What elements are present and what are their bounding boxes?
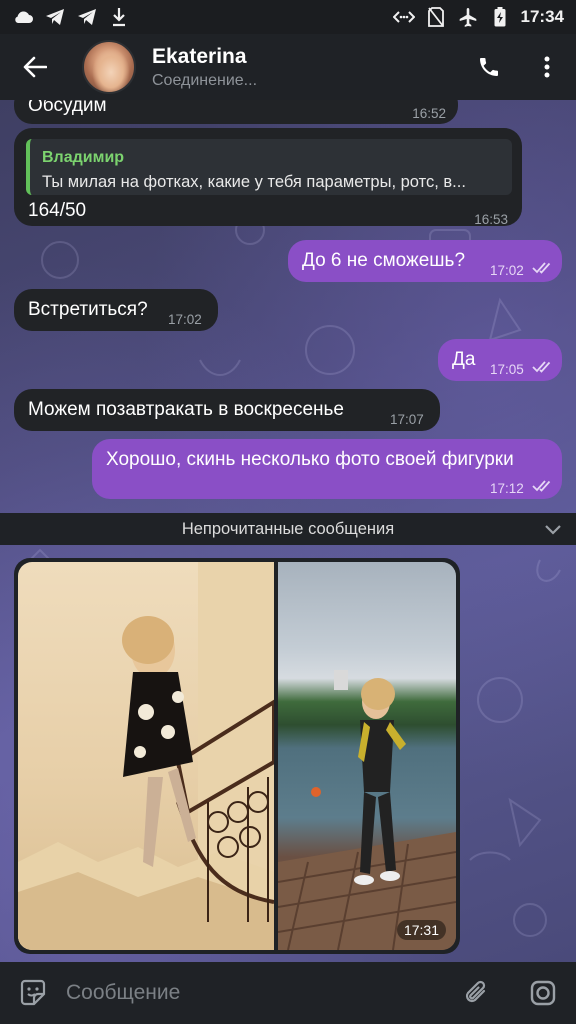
message-bubble[interactable]: До 6 не сможешь? 17:02	[288, 240, 562, 282]
call-button[interactable]	[460, 34, 518, 100]
contact-status: Соединение...	[152, 71, 258, 89]
message-bubble[interactable]: Встретиться? 17:02	[14, 289, 218, 331]
message-text: Встретиться?	[28, 299, 148, 320]
more-vertical-icon	[544, 56, 550, 78]
message-bubble[interactable]: Да 17:05	[438, 339, 562, 381]
chat-header: Ekaterina Соединение...	[0, 34, 576, 100]
no-sim-icon	[425, 6, 447, 28]
back-button[interactable]	[0, 34, 70, 100]
message-text: До 6 не сможешь?	[302, 250, 466, 271]
chat-area[interactable]: Обсудим 16:52 Владимир Ты милая на фотка…	[0, 100, 576, 962]
message-time: 16:52	[412, 106, 446, 121]
message-time: 17:02	[490, 263, 524, 278]
message-text: Да	[452, 349, 476, 370]
arrow-left-icon	[23, 56, 47, 78]
unread-label: Непрочитанные сообщения	[181, 519, 395, 538]
message-time: 17:12	[490, 481, 524, 496]
message-input-bar	[0, 962, 576, 1024]
camera-button[interactable]	[510, 962, 576, 1024]
telegram-icon	[76, 6, 98, 28]
battery-charging-icon	[489, 6, 511, 28]
cloud-icon	[12, 6, 34, 28]
photo-album[interactable]: 17:31	[14, 558, 460, 954]
message-time: 17:02	[168, 312, 202, 327]
message-bubble[interactable]: Обсудим 16:52	[14, 100, 458, 124]
airplane-icon	[457, 6, 479, 28]
message-text: Хорошо, скинь несколько фото своей фигур…	[106, 449, 514, 470]
contact-name: Ekaterina	[152, 44, 247, 68]
header-titles[interactable]: Ekaterina Соединение...	[152, 45, 257, 90]
album-time: 17:31	[396, 920, 446, 940]
message-time: 17:05	[490, 362, 524, 377]
reply-quote[interactable]: Владимир Ты милая на фотках, какие у теб…	[26, 139, 512, 195]
message-text: Обсудим	[28, 100, 107, 116]
sticker-button[interactable]	[0, 962, 66, 1024]
message-input[interactable]	[66, 973, 444, 1013]
double-check-icon	[532, 262, 551, 274]
photo-woman-on-staircase[interactable]	[18, 562, 274, 950]
camera-icon	[530, 980, 556, 1006]
message-bubble[interactable]: Хорошо, скинь несколько фото своей фигур…	[92, 439, 562, 499]
message-bubble[interactable]: Владимир Ты милая на фотках, какие у теб…	[14, 128, 522, 227]
status-bar: 17:34	[0, 0, 576, 34]
sticker-icon	[20, 979, 46, 1006]
reply-author: Владимир	[42, 149, 125, 166]
message-time: 16:53	[474, 212, 508, 227]
message-text: 164/50	[28, 200, 87, 221]
message-text: Можем позавтракать в воскресенье	[28, 399, 344, 420]
chevron-down-icon[interactable]	[544, 521, 562, 537]
data-saver-icon	[392, 6, 415, 28]
message-bubble[interactable]: Можем позавтракать в воскресенье 17:07	[14, 389, 440, 431]
unread-divider: Непрочитанные сообщения	[0, 513, 576, 545]
attach-button[interactable]	[444, 962, 510, 1024]
status-time: 17:34	[520, 7, 564, 26]
message-time: 17:07	[390, 412, 424, 427]
telegram-icon	[44, 6, 66, 28]
double-check-icon	[532, 480, 551, 492]
photo-woman-in-wetsuit-on-pier[interactable]: 17:31	[278, 562, 456, 950]
avatar[interactable]	[82, 40, 136, 94]
download-icon	[108, 6, 130, 28]
phone-icon	[480, 58, 498, 76]
double-check-icon	[532, 361, 551, 373]
paperclip-icon	[465, 980, 486, 1003]
more-options-button[interactable]	[518, 34, 576, 100]
reply-text: Ты милая на фотках, какие у тебя парамет…	[42, 173, 466, 191]
